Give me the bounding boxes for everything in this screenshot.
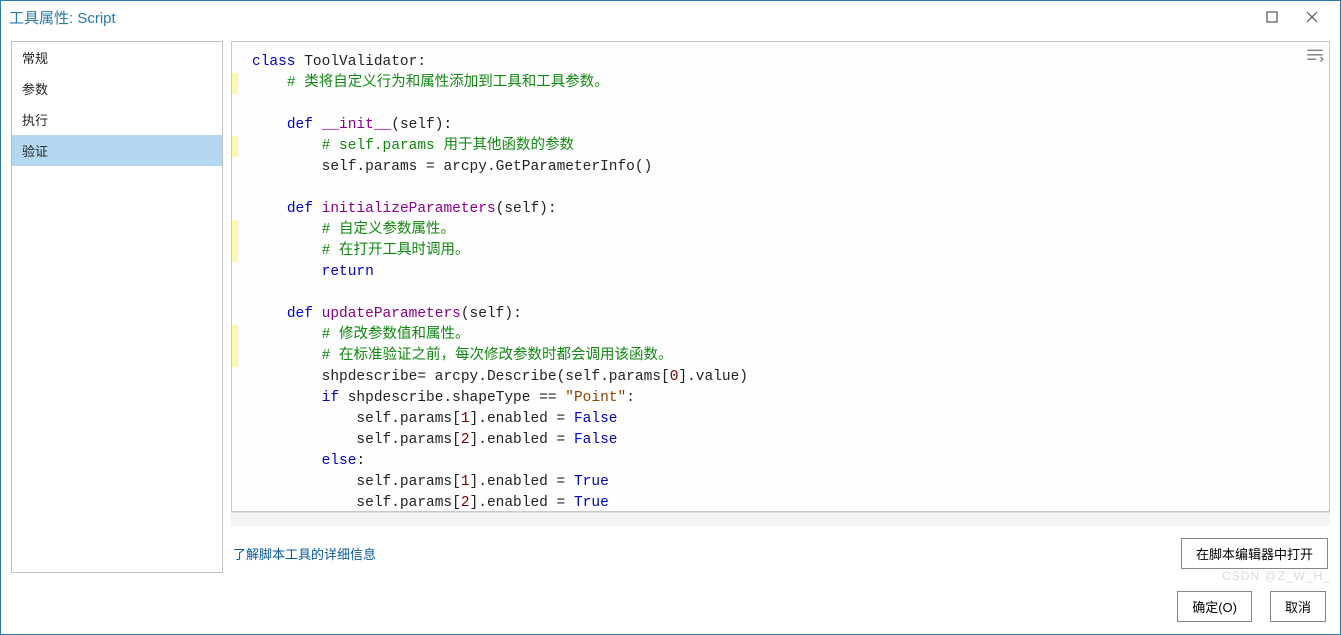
horizontal-scrollbar[interactable] (231, 512, 1330, 526)
dialog-footer: 确定(O) 取消 (1, 581, 1340, 634)
open-in-editor-button[interactable]: 在脚本编辑器中打开 (1181, 538, 1328, 569)
change-marker (232, 73, 238, 94)
window-title: 工具属性: Script (9, 7, 116, 28)
maximize-button[interactable] (1252, 3, 1292, 31)
sidebar-item-0[interactable]: 常规 (12, 42, 222, 73)
change-marker (232, 136, 238, 157)
word-wrap-icon[interactable] (1305, 46, 1325, 64)
sidebar-item-2[interactable]: 执行 (12, 104, 222, 135)
sidebar: 常规参数执行验证 (11, 41, 223, 573)
sidebar-item-1[interactable]: 参数 (12, 73, 222, 104)
change-marker (232, 325, 238, 346)
code-content[interactable]: class ToolValidator: # 类将自定义行为和属性添加到工具和工… (232, 42, 1329, 511)
maximize-icon (1266, 11, 1278, 23)
close-icon (1306, 11, 1318, 23)
close-button[interactable] (1292, 3, 1332, 31)
cancel-button[interactable]: 取消 (1270, 591, 1326, 622)
change-marker (232, 241, 238, 262)
title-bar: 工具属性: Script (1, 1, 1340, 33)
sidebar-item-3[interactable]: 验证 (12, 135, 222, 166)
change-marker (232, 346, 238, 367)
learn-more-link[interactable]: 了解脚本工具的详细信息 (233, 544, 376, 563)
code-editor[interactable]: class ToolValidator: # 类将自定义行为和属性添加到工具和工… (231, 41, 1330, 512)
change-marker (232, 220, 238, 241)
ok-button[interactable]: 确定(O) (1177, 591, 1252, 622)
